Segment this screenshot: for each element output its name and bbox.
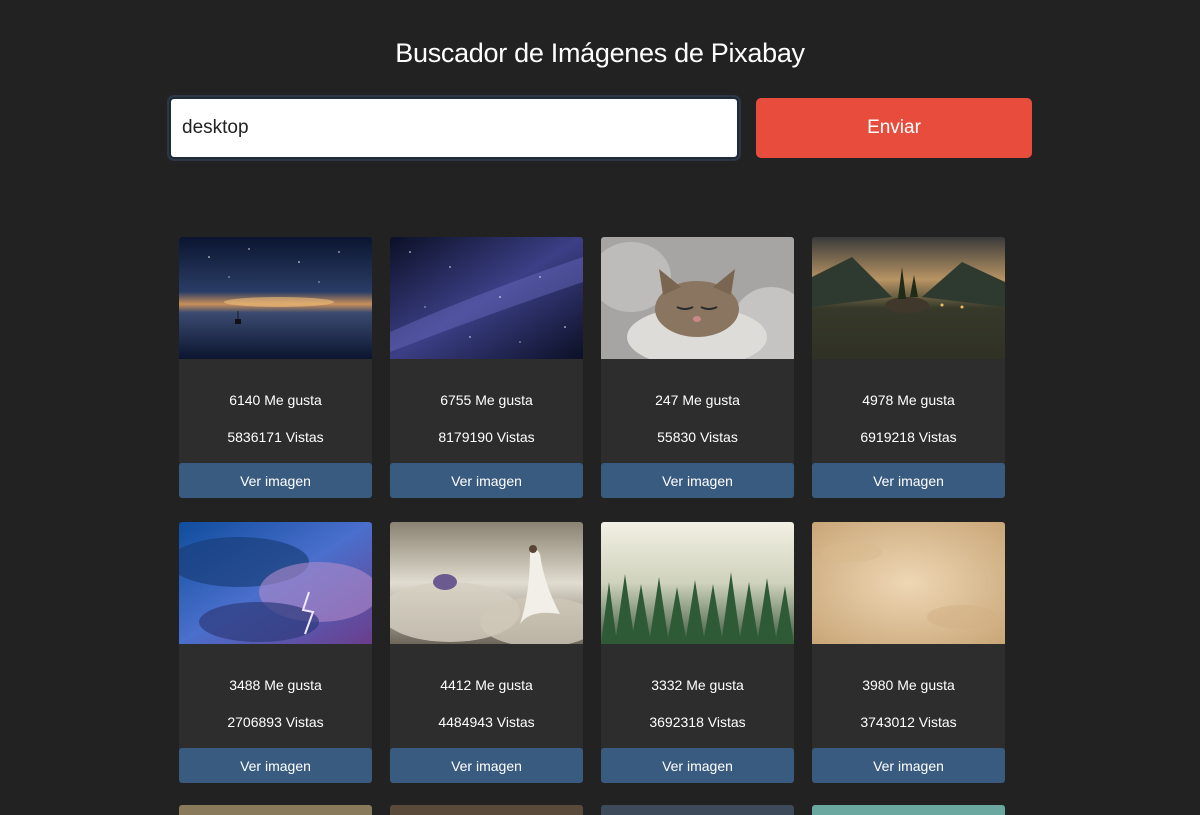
- likes-count: 247 Me gusta: [655, 392, 740, 408]
- result-image: [812, 237, 1005, 359]
- result-card: 247 Me gusta 55830 Vistas Ver imagen: [601, 237, 794, 498]
- result-card: 6755 Me gusta 8179190 Vistas Ver imagen: [390, 237, 583, 498]
- view-image-button[interactable]: Ver imagen: [179, 463, 372, 498]
- result-card: [179, 805, 372, 815]
- search-form: Enviar: [169, 97, 1032, 159]
- result-card: 4412 Me gusta 4484943 Vistas Ver imagen: [390, 522, 583, 783]
- views-count: 2706893 Vistas: [227, 714, 324, 730]
- views-count: 3743012 Vistas: [860, 714, 957, 730]
- view-image-button[interactable]: Ver imagen: [601, 748, 794, 783]
- result-card: 3488 Me gusta 2706893 Vistas Ver imagen: [179, 522, 372, 783]
- result-card: [390, 805, 583, 815]
- result-card: [812, 805, 1005, 815]
- view-image-button[interactable]: Ver imagen: [390, 463, 583, 498]
- views-count: 6919218 Vistas: [860, 429, 957, 445]
- page-title: Buscador de Imágenes de Pixabay: [395, 38, 805, 68]
- views-count: 4484943 Vistas: [438, 714, 535, 730]
- likes-count: 6140 Me gusta: [229, 392, 322, 408]
- likes-count: 3332 Me gusta: [651, 677, 744, 693]
- search-input[interactable]: [169, 97, 739, 159]
- likes-count: 3980 Me gusta: [862, 677, 955, 693]
- result-card: 3980 Me gusta 3743012 Vistas Ver imagen: [812, 522, 1005, 783]
- views-count: 3692318 Vistas: [649, 714, 746, 730]
- result-card: 6140 Me gusta 5836171 Vistas Ver imagen: [179, 237, 372, 498]
- result-image: [601, 522, 794, 644]
- result-card: 4978 Me gusta 6919218 Vistas Ver imagen: [812, 237, 1005, 498]
- result-image: [179, 237, 372, 359]
- view-image-button[interactable]: Ver imagen: [390, 748, 583, 783]
- likes-count: 3488 Me gusta: [229, 677, 322, 693]
- view-image-button[interactable]: Ver imagen: [601, 463, 794, 498]
- result-card: 3332 Me gusta 3692318 Vistas Ver imagen: [601, 522, 794, 783]
- result-image: [179, 522, 372, 644]
- result-card: [601, 805, 794, 815]
- results-grid: 6140 Me gusta 5836171 Vistas Ver imagen …: [179, 237, 1005, 783]
- result-image: [390, 522, 583, 644]
- likes-count: 6755 Me gusta: [440, 392, 533, 408]
- views-count: 8179190 Vistas: [438, 429, 535, 445]
- result-image: [601, 237, 794, 359]
- view-image-button[interactable]: Ver imagen: [812, 748, 1005, 783]
- next-row-peek: [179, 805, 1005, 815]
- result-image: [812, 522, 1005, 644]
- views-count: 55830 Vistas: [657, 429, 738, 445]
- view-image-button[interactable]: Ver imagen: [812, 463, 1005, 498]
- likes-count: 4412 Me gusta: [440, 677, 533, 693]
- views-count: 5836171 Vistas: [227, 429, 324, 445]
- view-image-button[interactable]: Ver imagen: [179, 748, 372, 783]
- likes-count: 4978 Me gusta: [862, 392, 955, 408]
- submit-button[interactable]: Enviar: [756, 98, 1032, 158]
- result-image: [390, 237, 583, 359]
